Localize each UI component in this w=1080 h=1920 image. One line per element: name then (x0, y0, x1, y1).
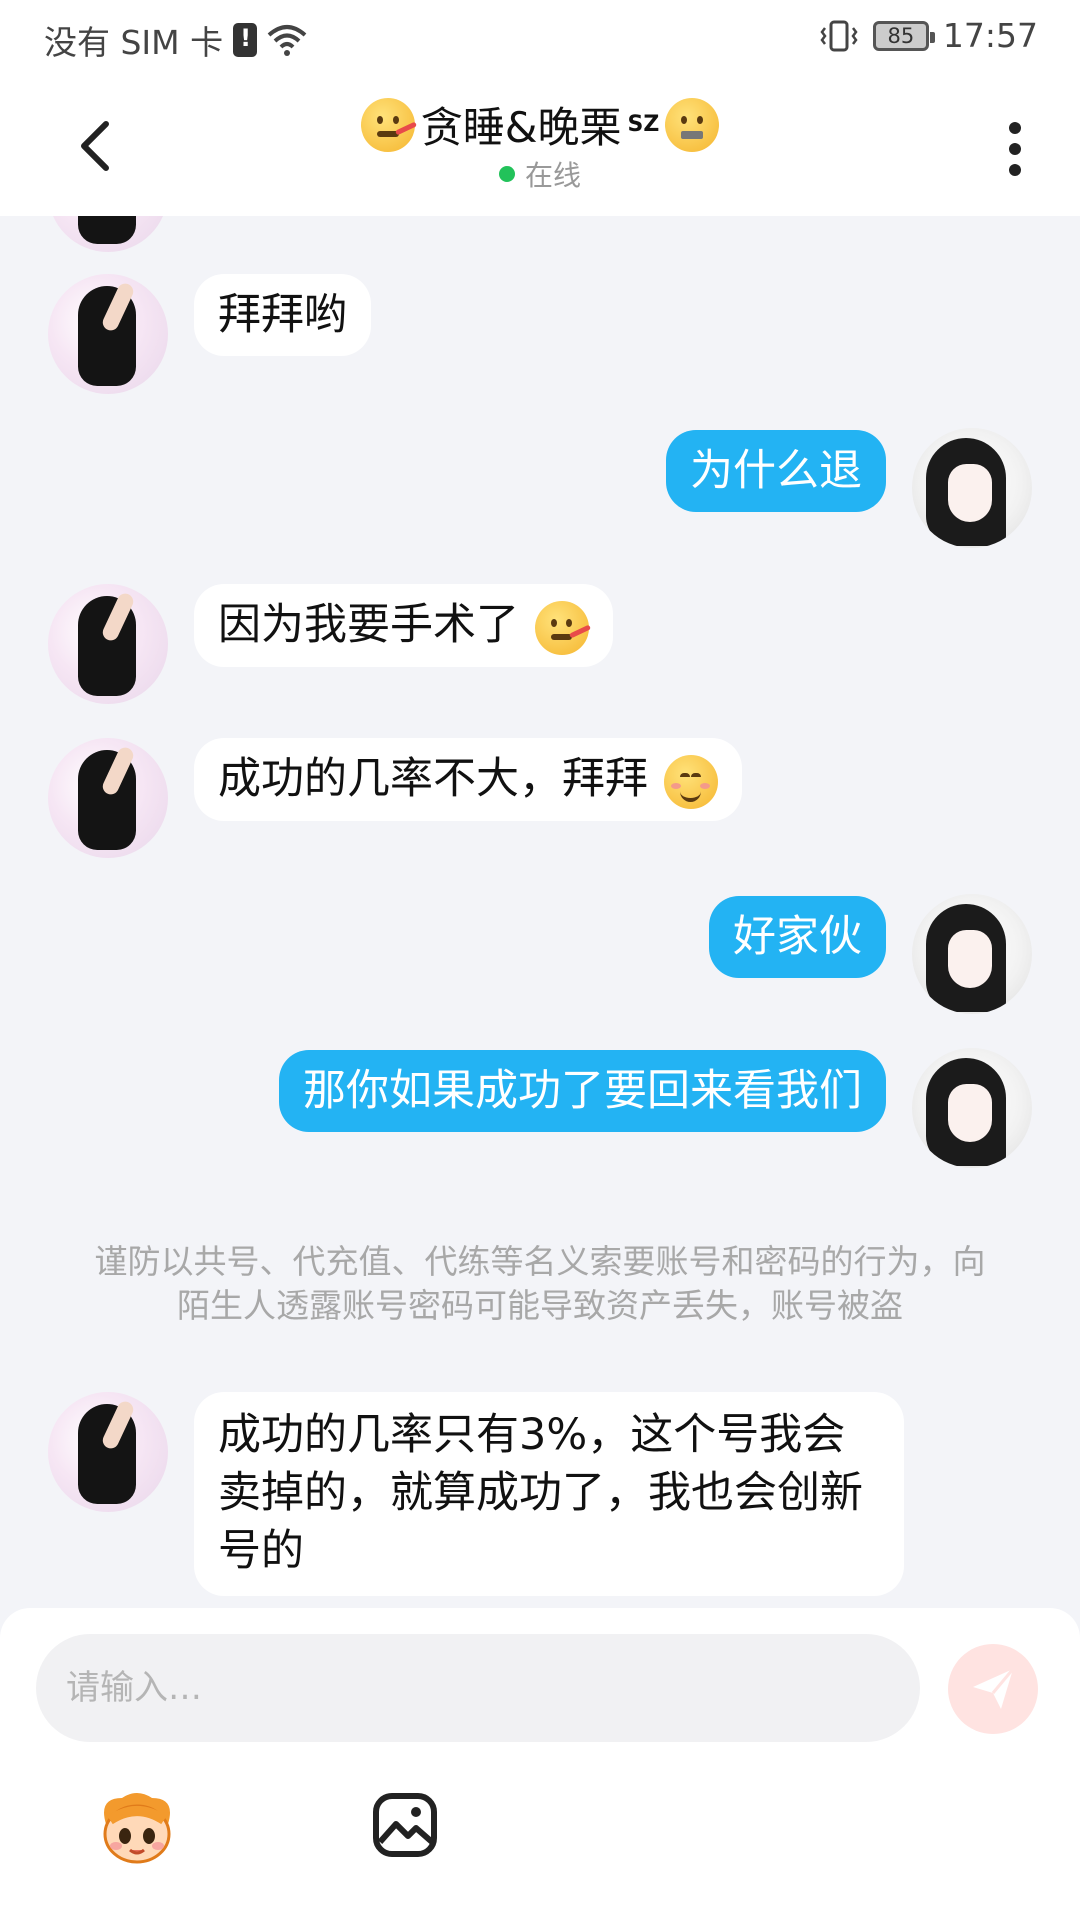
my-avatar[interactable] (912, 1048, 1032, 1168)
clock: 17:57 (942, 16, 1038, 55)
incoming-message[interactable]: 因为我要手术了 (194, 584, 613, 667)
incoming-message[interactable]: 成功的几率只有3%，这个号我会卖掉的，就算成功了，我也会创新号的 (194, 1392, 904, 1596)
incoming-message[interactable]: 成功的几率不大，拜拜 (194, 738, 742, 821)
message-list[interactable]: 拜拜哟 为什么退 因为我要手术了 成功的几率不大，拜拜 好家伙 那你如果成功了要… (0, 216, 1080, 1608)
message-text: 成功的几率不大，拜拜 (218, 754, 648, 804)
emoji-button[interactable] (92, 1788, 182, 1868)
message-text: 好家伙 (733, 912, 862, 962)
more-options-button[interactable] (990, 114, 1040, 184)
battery-icon: 85 (872, 20, 935, 51)
message-text: 拜拜哟 (218, 290, 347, 340)
message-text: 因为我要手术了 (218, 600, 519, 650)
sick-face-emoji-icon (360, 97, 417, 152)
status-right: 85 17:57 (819, 16, 1038, 55)
online-status-label: 在线 (524, 159, 581, 192)
contact-name-suffix: SZ (627, 112, 660, 137)
smiling-face-emoji-icon (663, 754, 718, 809)
send-button[interactable] (948, 1644, 1038, 1734)
contact-avatar[interactable] (48, 216, 168, 252)
battery-level: 85 (887, 23, 915, 48)
more-icon (1009, 122, 1021, 176)
outgoing-message[interactable]: 为什么退 (666, 430, 886, 512)
image-icon (373, 1793, 437, 1857)
message-text: 为什么退 (690, 446, 862, 496)
outgoing-message[interactable]: 那你如果成功了要回来看我们 (279, 1050, 886, 1132)
online-status: 在线 (0, 154, 1080, 194)
message-text: 成功的几率只有3%，这个号我会卖掉的，就算成功了，我也会创新号的 (218, 1410, 863, 1576)
chat-title: 贪睡&晚栗 SZ (0, 94, 1080, 155)
vibrate-icon (819, 19, 859, 53)
contact-avatar[interactable] (48, 274, 168, 394)
chat-header: 贪睡&晚栗 SZ 在线 (0, 76, 1080, 216)
incoming-message[interactable]: 拜拜哟 (194, 274, 371, 356)
message-input[interactable] (36, 1634, 920, 1742)
online-dot-icon (498, 166, 515, 182)
my-avatar[interactable] (912, 428, 1032, 548)
input-panel (0, 1608, 1080, 1920)
security-notice: 谨防以共号、代充值、代练等名义索要账号和密码的行为，向陌生人透露账号密码可能导致… (94, 1242, 986, 1325)
message-text: 那你如果成功了要回来看我们 (303, 1066, 862, 1116)
sick-face-emoji-icon (534, 600, 591, 655)
contact-name: 贪睡&晚栗 (420, 103, 622, 152)
wifi-icon (267, 23, 307, 57)
contact-avatar[interactable] (48, 584, 168, 704)
zipper-mouth-emoji-icon (665, 97, 720, 152)
send-icon (973, 1668, 1015, 1709)
contact-avatar[interactable] (48, 1392, 168, 1512)
carrier-label: 没有 SIM 卡 (44, 23, 224, 62)
contact-avatar[interactable] (48, 738, 168, 858)
emoji-mascot-icon (103, 1793, 171, 1864)
my-avatar[interactable] (912, 894, 1032, 1014)
status-bar: 没有 SIM 卡 85 17:57 (0, 0, 1080, 76)
status-left: 没有 SIM 卡 (44, 16, 307, 64)
outgoing-message[interactable]: 好家伙 (709, 896, 886, 978)
sim-alert-icon (233, 23, 258, 57)
image-button[interactable] (372, 1792, 438, 1858)
